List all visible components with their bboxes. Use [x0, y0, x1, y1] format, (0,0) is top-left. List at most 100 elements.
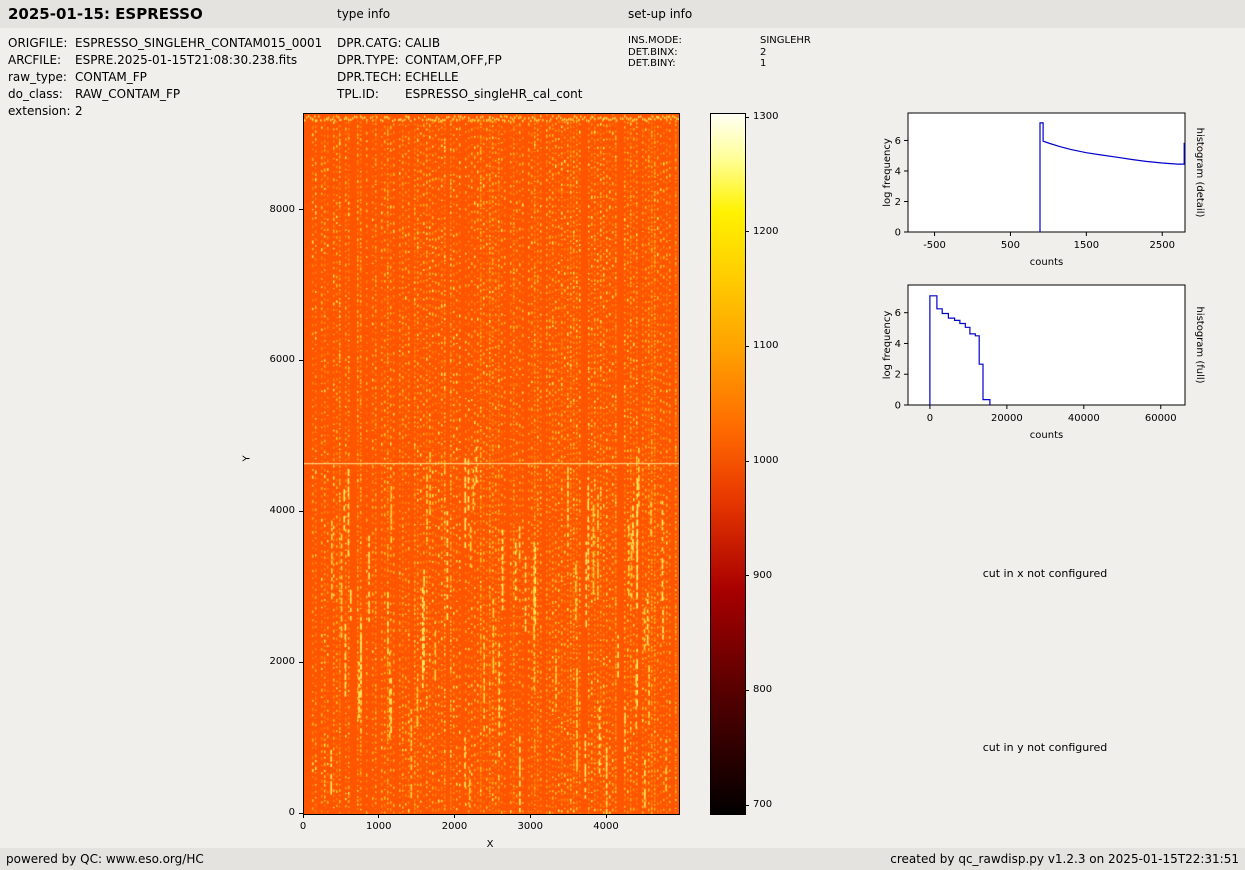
colorbar-tickmark	[745, 460, 749, 462]
field-value: CALIB	[405, 36, 441, 50]
file-info-row: extension: 2	[8, 104, 322, 121]
colorbar-tickmark	[745, 116, 749, 118]
x-axis-label: counts	[1030, 257, 1063, 268]
field-label: INS.MODE:	[628, 35, 682, 46]
y-axis-label: log frequency	[882, 138, 893, 207]
field-label: raw_type:	[8, 70, 67, 84]
y-tickmark	[299, 359, 303, 361]
y-tick-label: 8000	[269, 203, 295, 215]
setup-info-block: INS.MODE: SINGLEHR DET.BINX: 2 DET.BINY: 1	[628, 35, 811, 70]
y-tickmark	[299, 812, 303, 814]
x-tickmark	[454, 814, 455, 818]
y-axis-label: log frequency	[882, 311, 893, 380]
plot-frame	[907, 112, 1186, 233]
cut-x-message: cut in x not configured	[982, 567, 1108, 580]
type-info-row: DPR.CATG: CALIB	[337, 36, 582, 53]
colorbar-tickmark	[745, 689, 749, 691]
cut-y-message: cut in y not configured	[982, 741, 1108, 754]
x-tickmark	[529, 814, 531, 818]
field-label: DPR.TECH:	[337, 70, 402, 84]
field-value: ESPRE.2025-01-15T21:08:30.238.fits	[75, 53, 298, 67]
field-label: extension:	[8, 104, 71, 118]
colorbar-tick-label: 900	[753, 569, 773, 581]
y-tick-label: 0	[895, 401, 901, 412]
y-tick-label: 6	[895, 136, 901, 147]
file-info-block: ORIGFILE: ESPRESSO_SINGLEHR_CONTAM015_000…	[8, 36, 322, 121]
x-tick-label: 0	[299, 821, 307, 832]
y-tick-label: 4	[895, 166, 901, 177]
colorbar-tick-label: 1000	[753, 455, 779, 466]
field-value: CONTAM,OFF,FP	[405, 53, 502, 67]
y-tick-label: 2	[895, 197, 901, 208]
x-axis-label: counts	[1030, 430, 1063, 441]
file-info-row: ARCFILE: ESPRE.2025-01-15T21:08:30.238.fi…	[8, 53, 322, 70]
y-tick-label: 4000	[269, 505, 295, 517]
y-tick-label: 6	[895, 308, 901, 319]
y-tick-label: 2000	[269, 656, 295, 668]
x-tick-label: 2500	[1150, 240, 1175, 251]
histogram-detail-chart: -500 500 1500 2500 0 2 4 6log frequency histogra…	[882, 112, 1205, 268]
field-label: DET.BINX:	[628, 46, 678, 58]
type-info-row: DPR.TECH: ECHELLE	[337, 70, 582, 87]
field-label: TPL.ID:	[337, 87, 379, 101]
x-tick-label: 500	[1001, 240, 1020, 251]
x-tick-label: -500	[923, 240, 946, 251]
field-label: ARCFILE:	[8, 53, 62, 67]
right-axis-label: histogram (full)	[1194, 306, 1205, 383]
field-value: 1	[760, 58, 767, 69]
raw-image-plot	[303, 113, 680, 815]
setup-info-heading: set-up info	[628, 7, 693, 21]
setup-info-row: DET.BINX: 2	[628, 47, 811, 59]
field-label: DET.BINY:	[628, 58, 676, 69]
x-tick-label: 2000	[441, 821, 468, 832]
histogram-full-chart: 0 20000 40000 60000 0 2 4 6log frequency histogr…	[882, 284, 1205, 441]
field-label: DPR.CATG:	[337, 36, 402, 50]
footer-bar: powered by QC: www.eso.org/HC created by…	[0, 848, 1245, 870]
file-info-row: raw_type: CONTAM_FP	[8, 70, 322, 87]
colorbar-tick-label: 700	[753, 799, 773, 810]
y-tick-label: 0	[288, 807, 295, 818]
footer-created-by: created by qc_rawdisp.py v1.2.3 on 2025-…	[890, 852, 1239, 866]
page-title: 2025-01-15: ESPRESSO	[8, 5, 203, 23]
colorbar-tickmark	[745, 345, 749, 347]
y-tickmark	[299, 661, 303, 663]
colorbar-tick-label: 1100	[753, 340, 779, 352]
colorbar-tickmark	[745, 231, 749, 233]
field-value: 2	[75, 104, 83, 118]
x-tickmark	[605, 814, 607, 818]
field-value: ECHELLE	[405, 70, 459, 84]
colorbar	[710, 113, 746, 815]
field-value: 2	[760, 46, 767, 58]
x-tick-label: 1000	[366, 821, 392, 832]
colorbar-tickmark	[745, 575, 749, 577]
field-label: do_class:	[8, 87, 63, 101]
type-info-heading: type info	[337, 7, 391, 21]
footer-credit-qc: powered by QC: www.eso.org/HC	[6, 852, 204, 866]
x-tick-label: 60000	[1145, 413, 1177, 424]
file-info-row: ORIGFILE: ESPRESSO_SINGLEHR_CONTAM015_000…	[8, 36, 322, 53]
file-info-row: do_class: RAW_CONTAM_FP	[8, 87, 322, 104]
field-value: SINGLEHR	[760, 35, 811, 46]
field-label: DPR.TYPE:	[337, 53, 399, 67]
x-tick-label: 4000	[593, 821, 619, 832]
y-tick-label: 6000	[269, 354, 295, 366]
x-tick-label: 0	[927, 413, 933, 424]
setup-info-row: INS.MODE: SINGLEHR	[628, 35, 811, 47]
type-info-block: DPR.CATG: CALIB DPR.TYPE: CONTAM,OFF,FP DP…	[337, 36, 582, 104]
type-info-row: TPL.ID: ESPRESSO_singleHR_cal_cont	[337, 87, 582, 104]
setup-info-row: DET.BINY: 1	[628, 58, 811, 70]
field-value: ESPRESSO_SINGLEHR_CONTAM015_0001	[75, 36, 323, 50]
colorbar-tick-label: 1300	[753, 111, 779, 122]
x-tickmark	[302, 814, 304, 818]
colorbar-tick-label: 1200	[753, 225, 779, 237]
x-tick-label: 40000	[1068, 413, 1100, 424]
x-tick-label: 1500	[1074, 240, 1099, 251]
y-tick-label: 0	[895, 228, 901, 239]
type-info-row: DPR.TYPE: CONTAM,OFF,FP	[337, 53, 582, 70]
y-tickmark	[299, 510, 303, 512]
y-axis-label: Y	[241, 455, 253, 462]
right-axis-label: histogram (detail)	[1194, 128, 1205, 218]
colorbar-tick-label: 800	[753, 684, 773, 696]
x-tickmark	[378, 814, 380, 818]
y-tick-label: 2	[895, 370, 901, 381]
